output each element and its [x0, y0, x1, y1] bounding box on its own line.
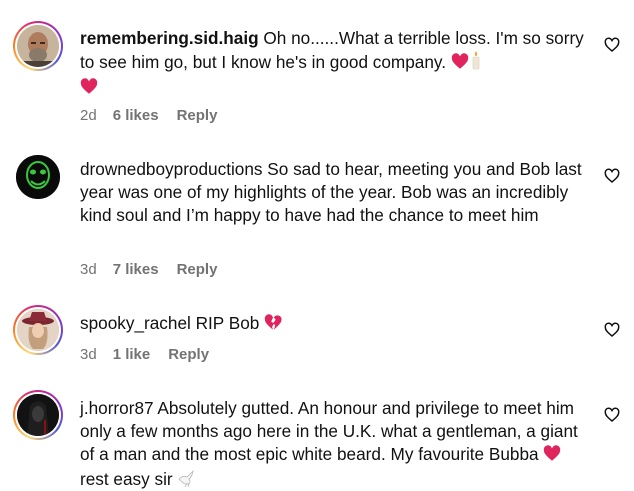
avatar [17, 309, 59, 351]
avatar [17, 25, 59, 67]
comment-time: 3d [80, 346, 97, 363]
comment-text: RIP Bob [190, 313, 265, 333]
avatar [17, 394, 59, 436]
like-heart-icon[interactable] [604, 322, 620, 338]
broken-heart-emoji [264, 314, 282, 337]
comment-time: 3d [80, 261, 97, 278]
avatar-story-ring[interactable] [13, 390, 63, 440]
reply-button[interactable]: Reply [177, 261, 218, 278]
comment-username[interactable]: drownedboyproductions [80, 159, 263, 179]
avatar-story-ring[interactable] [13, 21, 63, 71]
comment-meta: 2d 6 likes Reply [80, 107, 235, 124]
comment-username[interactable]: remembering.sid.haig [80, 28, 259, 48]
avatar-ring[interactable] [13, 152, 63, 202]
likes-count[interactable]: 6 likes [113, 107, 159, 124]
likes-count[interactable]: 7 likes [113, 261, 159, 278]
reply-button[interactable]: Reply [177, 107, 218, 124]
reply-button[interactable]: Reply [168, 346, 209, 363]
red-heart-emoji [80, 78, 98, 101]
avatar-story-ring[interactable] [13, 305, 63, 355]
likes-count[interactable]: 1 like [113, 346, 151, 363]
like-heart-icon[interactable] [604, 407, 620, 423]
comment-meta: 3d 7 likes Reply [80, 261, 235, 278]
dove-emoji [177, 469, 197, 491]
candle-emoji [469, 50, 483, 76]
like-heart-icon[interactable] [604, 37, 620, 53]
avatar [16, 155, 60, 199]
red-heart-emoji [451, 53, 469, 76]
comment-text: Absolutely gutted. An honour and privile… [80, 398, 578, 464]
comment-meta: 3d 1 like Reply [80, 346, 227, 363]
comment-username[interactable]: j.horror87 [80, 398, 154, 418]
red-heart-emoji [543, 445, 561, 468]
like-heart-icon[interactable] [604, 168, 620, 184]
comment-time: 2d [80, 107, 97, 124]
comment-text-continued: rest easy sir [80, 469, 178, 489]
comment-username[interactable]: spooky_rachel [80, 313, 191, 333]
